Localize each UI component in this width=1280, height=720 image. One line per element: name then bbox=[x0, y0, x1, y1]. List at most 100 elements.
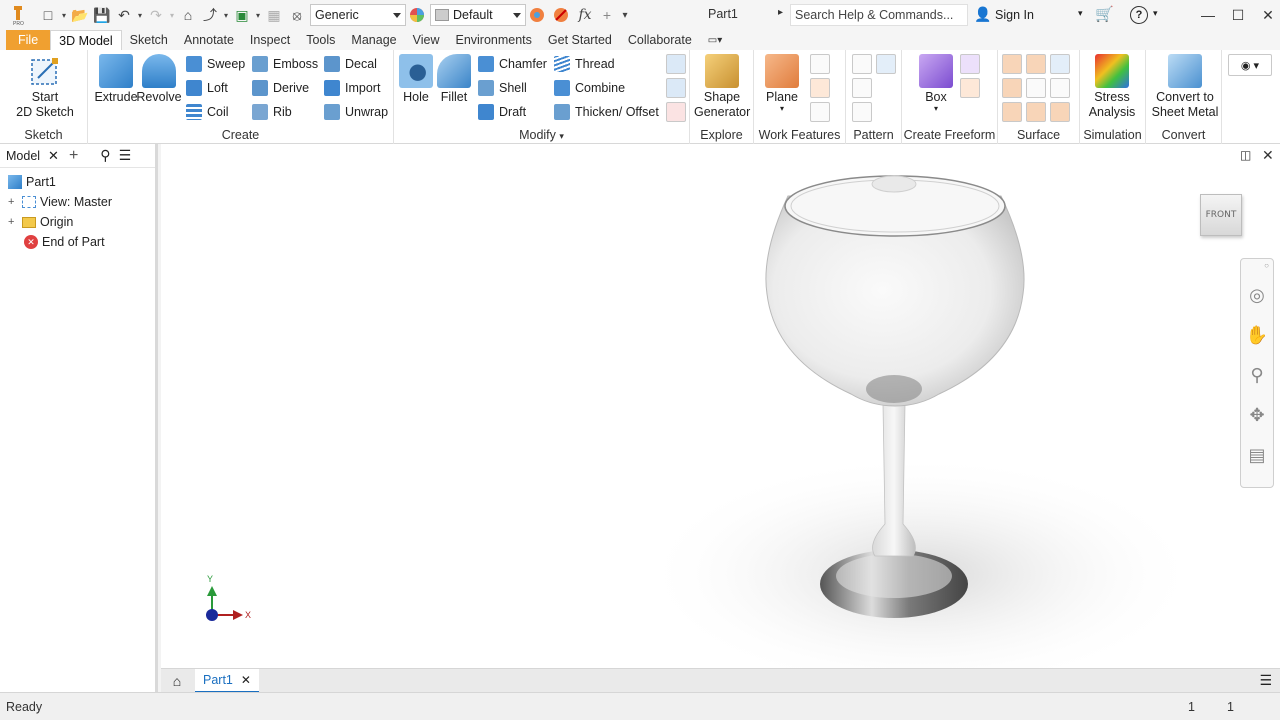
tab-collaborate[interactable]: Collaborate bbox=[620, 30, 700, 50]
shape-generator-button[interactable]: Shape Generator bbox=[694, 54, 750, 120]
add-icon[interactable]: + bbox=[598, 4, 616, 26]
close-icon[interactable]: ○ bbox=[1264, 261, 1269, 270]
chevron-down-icon[interactable]: ▾ bbox=[254, 4, 262, 26]
steering-wheel-icon[interactable]: ◎ bbox=[1241, 275, 1273, 315]
shell-button[interactable]: Shell bbox=[478, 77, 527, 99]
open-icon[interactable]: 📂 bbox=[70, 4, 90, 26]
undo-icon[interactable]: ↶ bbox=[114, 4, 134, 26]
close-icon[interactable]: ✕ bbox=[241, 673, 251, 687]
box-button[interactable]: Box ▾ bbox=[910, 54, 962, 113]
mirror-icon[interactable] bbox=[876, 54, 896, 74]
ruled-surface-icon[interactable] bbox=[1026, 102, 1046, 122]
tab-get-started[interactable]: Get Started bbox=[540, 30, 620, 50]
chevron-down-icon[interactable]: ▾ bbox=[136, 4, 144, 26]
chevron-down-icon[interactable]: ▾ bbox=[1078, 8, 1083, 19]
appearance-dropdown[interactable]: Default bbox=[430, 4, 526, 26]
emboss-button[interactable]: Emboss bbox=[252, 53, 318, 75]
rectangular-pattern-icon[interactable] bbox=[852, 54, 872, 74]
split-icon[interactable] bbox=[666, 54, 686, 74]
decal-button[interactable]: Decal bbox=[324, 53, 377, 75]
thread-button[interactable]: Thread bbox=[554, 53, 615, 75]
sketch-pattern-icon[interactable] bbox=[852, 102, 872, 122]
save-icon[interactable]: 💾 bbox=[92, 4, 112, 26]
adjust-appearance-icon[interactable] bbox=[526, 4, 548, 26]
tree-item-end-of-part[interactable]: ✕ End of Part bbox=[0, 232, 155, 252]
redo-icon[interactable]: ↷ bbox=[146, 4, 166, 26]
chevron-down-icon[interactable]: ▾ bbox=[168, 4, 176, 26]
minimize-icon[interactable]: — bbox=[1196, 0, 1220, 30]
add-icon[interactable]: + bbox=[69, 147, 78, 165]
measure-icon[interactable]: ▦ bbox=[264, 4, 284, 26]
material-icon[interactable]: ⦻ bbox=[286, 4, 308, 26]
chevron-right-icon[interactable]: ▸ bbox=[778, 7, 783, 18]
ucs-icon[interactable] bbox=[810, 102, 830, 122]
wine-glass-model[interactable] bbox=[161, 144, 1280, 668]
stitch-icon[interactable] bbox=[1002, 54, 1022, 74]
cart-icon[interactable]: 🛒 bbox=[1095, 5, 1114, 23]
look-at-icon[interactable]: ▤ bbox=[1241, 435, 1273, 475]
zoom-icon[interactable]: ⚲ bbox=[1241, 355, 1273, 395]
orbit-icon[interactable]: ✥ bbox=[1241, 395, 1273, 435]
tab-file[interactable]: File bbox=[6, 30, 51, 50]
tree-item-view[interactable]: + View: Master bbox=[0, 192, 155, 212]
tree-item-origin[interactable]: + Origin bbox=[0, 212, 155, 232]
unwrap-button[interactable]: Unwrap bbox=[324, 101, 388, 123]
graphics-viewport[interactable]: FRONT ◫ ✕ Y X bbox=[161, 144, 1280, 668]
close-icon[interactable]: ✕ bbox=[48, 148, 59, 164]
panel-title-modify[interactable]: Modify ▾ bbox=[394, 128, 689, 142]
chevron-down-icon[interactable]: ▾ bbox=[1153, 8, 1158, 19]
new-icon[interactable]: □ bbox=[38, 4, 58, 26]
boundary-patch-icon[interactable] bbox=[1002, 102, 1022, 122]
chamfer-button[interactable]: Chamfer bbox=[478, 53, 547, 75]
stress-analysis-button[interactable]: Stress Analysis bbox=[1086, 54, 1138, 120]
tab-tools[interactable]: Tools bbox=[298, 30, 343, 50]
clear-appearance-icon[interactable] bbox=[550, 4, 572, 26]
pan-icon[interactable]: ✋ bbox=[1241, 315, 1273, 355]
material-dropdown[interactable]: Generic bbox=[310, 4, 406, 26]
direct-edit-icon[interactable] bbox=[666, 78, 686, 98]
select-filter-icon[interactable]: ⤴ bbox=[200, 4, 220, 26]
rib-button[interactable]: Rib bbox=[252, 101, 292, 123]
viewcube[interactable]: FRONT bbox=[1200, 194, 1242, 236]
sculpt-icon[interactable] bbox=[1050, 54, 1070, 74]
expand-icon[interactable]: + bbox=[8, 196, 18, 208]
start-2d-sketch-button[interactable]: Start 2D Sketch bbox=[14, 54, 76, 120]
viewport-close-icon[interactable]: ✕ bbox=[1262, 147, 1274, 164]
viewport-maximize-icon[interactable]: ◫ bbox=[1240, 148, 1251, 162]
menu-icon[interactable]: ☰ bbox=[119, 147, 132, 164]
axis-icon[interactable] bbox=[810, 54, 830, 74]
delete-face-icon[interactable] bbox=[666, 102, 686, 122]
tab-view[interactable]: View bbox=[405, 30, 448, 50]
update-icon[interactable]: ▣ bbox=[232, 4, 252, 26]
customize-qat-icon[interactable]: ▾ bbox=[618, 4, 632, 26]
circular-pattern-icon[interactable] bbox=[852, 78, 872, 98]
convert-freeform-icon[interactable] bbox=[960, 78, 980, 98]
search-input[interactable]: Search Help & Commands... bbox=[790, 4, 968, 26]
tree-item-part[interactable]: Part1 bbox=[0, 172, 155, 192]
import-button[interactable]: Import bbox=[324, 77, 380, 99]
derive-button[interactable]: Derive bbox=[252, 77, 309, 99]
point-icon[interactable] bbox=[810, 78, 830, 98]
help-icon[interactable]: ? bbox=[1130, 6, 1148, 24]
tab-3d-model[interactable]: 3D Model bbox=[50, 30, 122, 50]
fillet-button[interactable]: Fillet bbox=[428, 54, 480, 105]
freeform-face-icon[interactable] bbox=[960, 54, 980, 74]
ribbon-more-dropdown[interactable]: ◉ ▾ bbox=[1228, 54, 1272, 76]
loft-button[interactable]: Loft bbox=[186, 77, 228, 99]
tab-annotate[interactable]: Annotate bbox=[176, 30, 242, 50]
revolve-button[interactable]: Revolve bbox=[133, 54, 185, 105]
convert-sheet-metal-button[interactable]: Convert to Sheet Metal bbox=[1150, 54, 1220, 120]
chevron-down-icon[interactable]: ▾ bbox=[60, 4, 68, 26]
combine-button[interactable]: Combine bbox=[554, 77, 625, 99]
repair-icon[interactable] bbox=[1050, 102, 1070, 122]
home-icon[interactable]: ⌂ bbox=[178, 4, 198, 26]
draft-button[interactable]: Draft bbox=[478, 101, 526, 123]
delete-icon[interactable] bbox=[1026, 78, 1046, 98]
parameters-icon[interactable]: fx bbox=[574, 4, 596, 26]
tab-inspect[interactable]: Inspect bbox=[242, 30, 298, 50]
browser-tab-model[interactable]: Model bbox=[6, 149, 40, 163]
tab-menu-icon[interactable]: ☰ bbox=[1259, 672, 1272, 689]
sweep-button[interactable]: Sweep bbox=[186, 53, 245, 75]
trim-icon[interactable] bbox=[1002, 78, 1022, 98]
expand-icon[interactable]: + bbox=[8, 216, 18, 228]
